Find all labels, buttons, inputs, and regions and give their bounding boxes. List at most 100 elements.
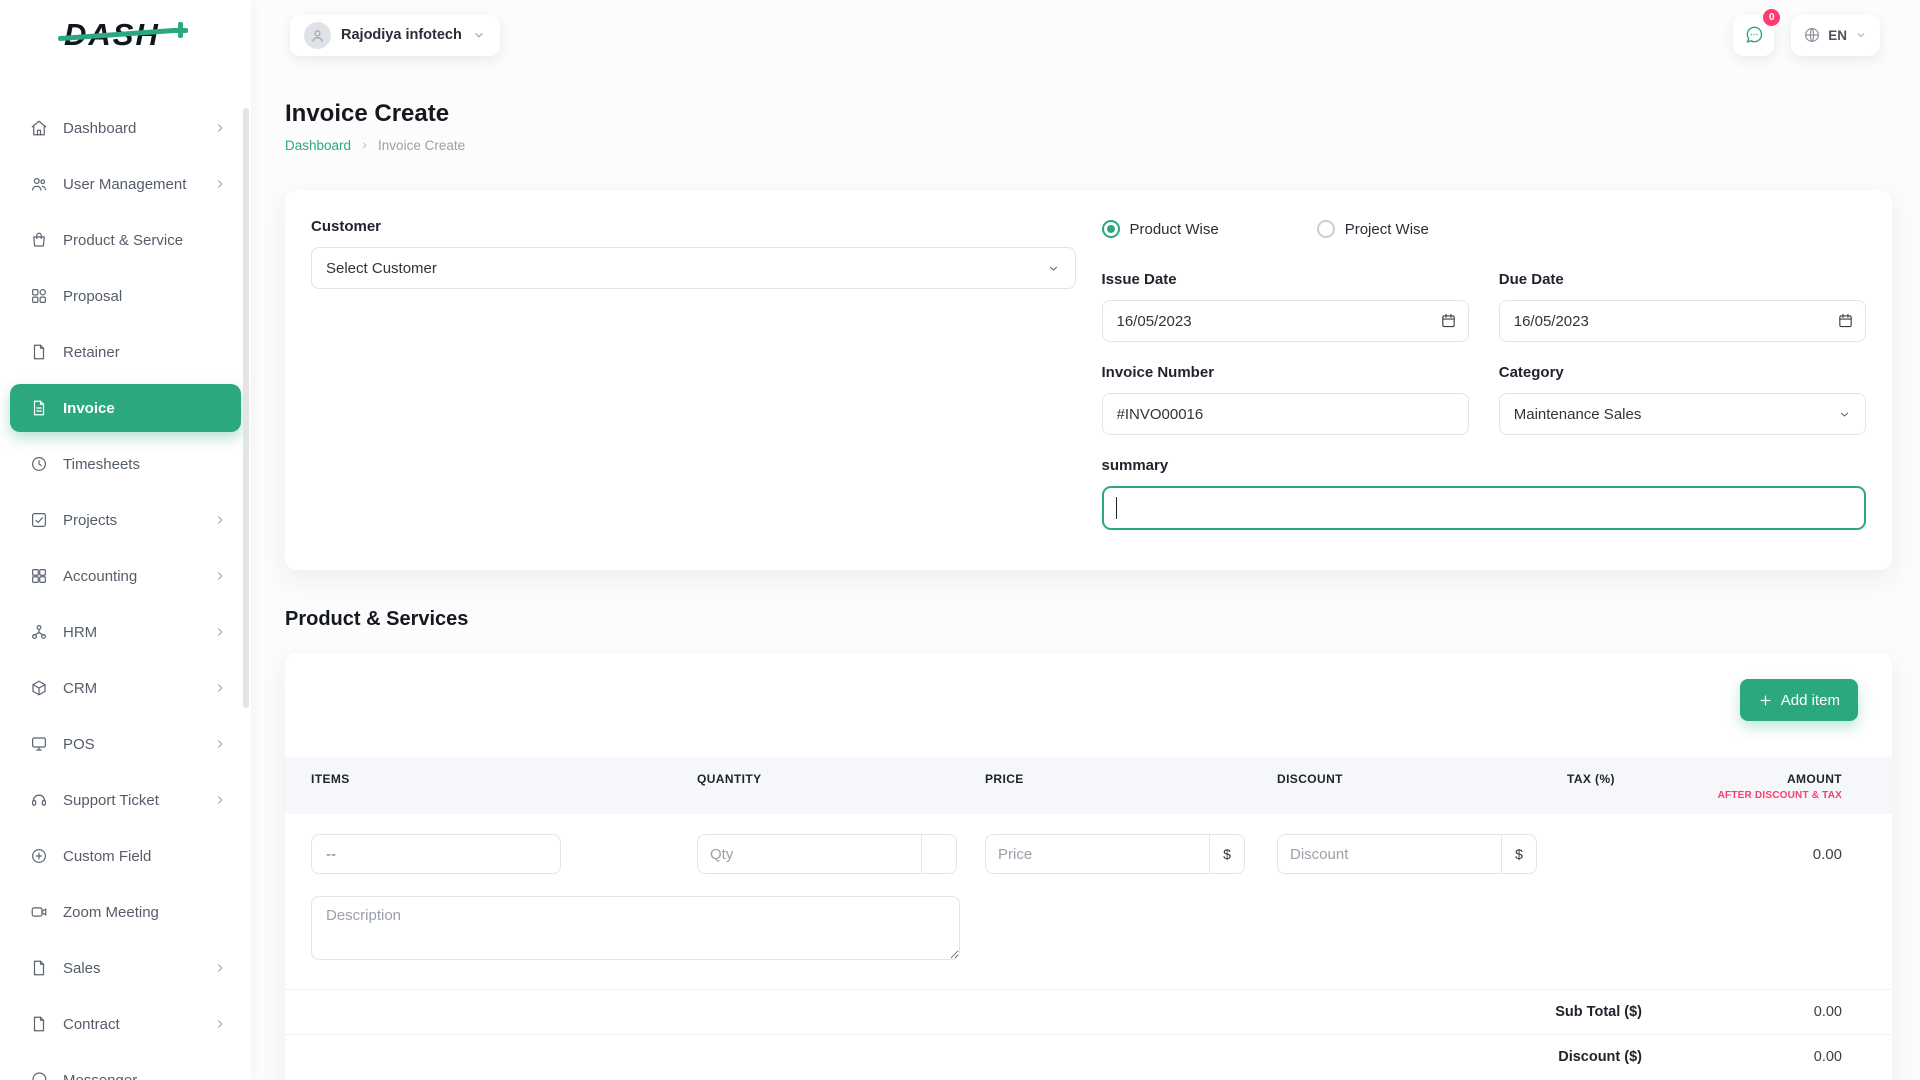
amount-header-label: AMOUNT [1700,772,1842,786]
sidebar-item-label: POS [63,736,213,753]
item-select[interactable]: -- [311,834,561,874]
sidebar-item-label: CRM [63,680,213,697]
due-date-input-wrap [1499,300,1866,342]
sidebar-item-label: Accounting [63,568,213,585]
issue-date-label: Issue Date [1102,271,1469,288]
sidebar-item-label: Contract [63,1016,213,1033]
description-row [285,874,1892,989]
check-square-icon [30,511,48,529]
add-item-row: Add item [285,653,1892,721]
tax-header: TAX (%) [1567,772,1700,786]
sidebar-item-timesheets[interactable]: Timesheets [10,440,241,488]
sidebar-scrollbar[interactable] [243,108,249,708]
chevron-right-icon [213,1017,227,1031]
issue-date-input[interactable] [1102,300,1469,342]
bag-icon [30,231,48,249]
calendar-icon[interactable] [1837,312,1854,329]
products-section-title: Product & Services [285,608,1892,631]
amount-header: AMOUNT AFTER DISCOUNT & TAX [1700,772,1842,801]
product-wise-radio[interactable]: Product Wise [1102,220,1219,238]
customer-select-value: Select Customer [326,260,437,277]
sidebar-item-label: User Management [63,176,213,193]
sidebar-item-proposal[interactable]: Proposal [10,272,241,320]
product-wise-label: Product Wise [1130,221,1219,238]
sidebar-item-hrm[interactable]: HRM [10,608,241,656]
sidebar-item-dashboard[interactable]: Dashboard [10,104,241,152]
quantity-cell [697,834,985,874]
subtotal-label: Sub Total ($) [1555,1004,1642,1020]
currency-addon: $ [1209,834,1245,874]
language-selector[interactable]: EN [1791,15,1880,56]
sidebar-item-user-management[interactable]: User Management [10,160,241,208]
sidebar-item-retainer[interactable]: Retainer [10,328,241,376]
sidebar-item-accounting[interactable]: Accounting [10,552,241,600]
discount-input[interactable] [1277,834,1501,874]
box-icon [30,679,48,697]
discount-header: DISCOUNT [1277,772,1567,786]
chat-bubble-icon [1744,25,1764,45]
app-logo[interactable]: DASH [0,0,251,70]
users-icon [30,175,48,193]
chevron-right-icon [213,793,227,807]
due-date-label: Due Date [1499,271,1866,288]
monitor-icon [30,735,48,753]
add-item-button[interactable]: Add item [1740,679,1858,721]
sidebar-item-projects[interactable]: Projects [10,496,241,544]
company-name: Rajodiya infotech [341,27,462,43]
headset-icon [30,791,48,809]
due-date-input[interactable] [1499,300,1866,342]
project-wise-radio[interactable]: Project Wise [1317,220,1429,238]
category-field-group: Category Maintenance Sales [1499,364,1866,435]
sidebar-item-invoice[interactable]: Invoice [10,384,241,432]
chevron-down-icon [472,28,486,42]
main-content: Invoice Create Dashboard Invoice Create … [251,70,1920,1080]
item-cell: -- [311,834,697,874]
sidebar-item-pos[interactable]: POS [10,720,241,768]
discount-total-label: Discount ($) [1558,1049,1642,1065]
topbar-actions: 0 EN [1733,15,1880,56]
price-input[interactable] [985,834,1209,874]
category-select-value: Maintenance Sales [1514,406,1642,423]
sidebar-item-label: Product & Service [63,232,227,249]
sidebar-item-support-ticket[interactable]: Support Ticket [10,776,241,824]
sidebar-item-label: Messenger [63,1072,227,1080]
description-textarea[interactable] [311,896,960,960]
messages-button[interactable]: 0 [1733,15,1774,56]
quantity-header: QUANTITY [697,772,985,786]
sidebar-item-custom-field[interactable]: Custom Field [10,832,241,880]
summary-field-group: summary [1102,457,1867,530]
sidebar-item-sales[interactable]: Sales [10,944,241,992]
breadcrumb-dashboard-link[interactable]: Dashboard [285,138,351,153]
category-select[interactable]: Maintenance Sales [1499,393,1866,435]
discount-total-row: Discount ($) 0.00 [285,1034,1892,1079]
sidebar-item-contract[interactable]: Contract [10,1000,241,1048]
sidebar-item-crm[interactable]: CRM [10,664,241,712]
sidebar-item-label: Timesheets [63,456,227,473]
calendar-icon[interactable] [1440,312,1457,329]
text-caret [1116,497,1118,519]
customer-select[interactable]: Select Customer [311,247,1076,289]
quantity-input[interactable] [697,834,921,874]
chevron-right-icon [213,121,227,135]
sidebar-item-product-service[interactable]: Product & Service [10,216,241,264]
items-header: ITEMS [311,772,697,786]
sidebar-item-messenger[interactable]: Messenger [10,1056,241,1080]
quantity-input-group [697,834,985,874]
invoice-number-field-group: Invoice Number [1102,364,1469,435]
sidebar-item-zoom-meeting[interactable]: Zoom Meeting [10,888,241,936]
invoice-number-input[interactable] [1102,393,1469,435]
invoice-fields-grid: Issue Date Due Date Invoice Number [1102,271,1867,435]
chevron-right-icon [213,569,227,583]
invoice-number-label: Invoice Number [1102,364,1469,381]
sidebar-item-label: Dashboard [63,120,213,137]
sidebar-item-label: Support Ticket [63,792,213,809]
page-title: Invoice Create [285,100,1892,128]
items-table-header: ITEMS QUANTITY PRICE DISCOUNT TAX (%) AM… [285,757,1892,814]
radio-unchecked-icon [1317,220,1335,238]
discount-cell: $ [1277,834,1567,874]
summary-textarea[interactable] [1102,486,1867,530]
item-select-value: -- [326,846,336,863]
company-selector[interactable]: Rajodiya infotech [290,15,500,56]
chevron-right-icon [213,625,227,639]
add-item-label: Add item [1781,692,1840,709]
